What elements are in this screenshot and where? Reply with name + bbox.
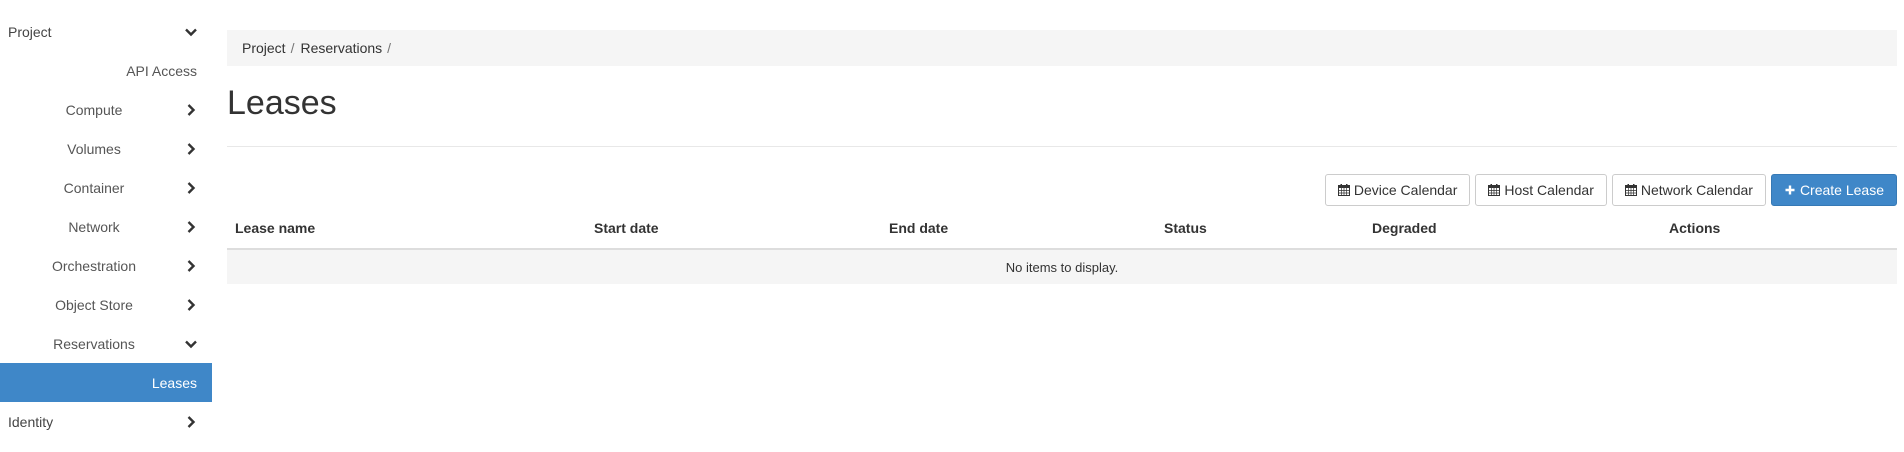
column-header-start-date[interactable]: Start date [594,220,659,236]
column-header-degraded[interactable]: Degraded [1372,220,1437,236]
chevron-right-icon [184,142,198,156]
sidebar-item-identity[interactable]: Identity [0,402,212,441]
sidebar-item-leases[interactable]: Leases [0,363,212,402]
chevron-right-icon [184,259,198,273]
sidebar-item-orchestration[interactable]: Orchestration [0,246,212,285]
breadcrumb-item-project[interactable]: Project [242,40,286,56]
breadcrumb-item-reservations[interactable]: Reservations [300,40,382,56]
app-window: Project API Access Compute Volumes Conta… [0,0,1904,452]
sidebar-item-volumes[interactable]: Volumes [0,129,212,168]
breadcrumb-separator: / [387,40,392,56]
table-actions: Device Calendar Host Calendar Network Ca… [227,174,1897,208]
sidebar-item-label: Network [68,218,120,235]
host-calendar-label: Host Calendar [1504,182,1594,198]
title-divider [227,146,1897,147]
sidebar-item-label: Project [8,23,52,40]
sidebar-item-label: Compute [65,101,123,118]
empty-message: No items to display. [1005,259,1119,275]
table-action-buttons: Device Calendar Host Calendar Network Ca… [1324,174,1897,206]
column-header-lease-name[interactable]: Lease name [235,220,315,236]
sidebar-item-label: Leases [151,374,197,391]
create-lease-label: Create Lease [1799,182,1884,198]
calendar-icon [1488,184,1501,196]
table-header: Lease name Start date End date Status De… [227,208,1897,250]
chevron-right-icon [184,181,198,195]
network-calendar-button[interactable]: Network Calendar [1611,174,1766,206]
sidebar-item-container[interactable]: Container [0,168,212,207]
sidebar-item-reservations[interactable]: Reservations [0,324,212,363]
plus-icon [1784,184,1796,196]
column-header-actions: Actions [1669,220,1721,236]
chevron-right-icon [184,103,198,117]
chevron-right-icon [184,298,198,312]
sidebar-item-label: Container [63,179,125,196]
calendar-icon [1337,184,1350,196]
chevron-right-icon [184,415,198,429]
sidebar-item-object-store[interactable]: Object Store [0,285,212,324]
chevron-down-icon [184,25,198,39]
create-lease-button[interactable]: Create Lease [1770,174,1897,206]
column-header-status[interactable]: Status [1164,220,1207,236]
sidebar-item-compute[interactable]: Compute [0,90,212,129]
host-calendar-button[interactable]: Host Calendar [1475,174,1607,206]
chevron-down-icon [184,337,198,351]
sidebar-item-project[interactable]: Project [0,12,212,51]
sidebar-nav: Project API Access Compute Volumes Conta… [0,12,212,441]
breadcrumb-separator: / [290,40,295,56]
breadcrumb: Project / Reservations / [227,30,1897,66]
network-calendar-label: Network Calendar [1640,182,1753,198]
column-header-end-date[interactable]: End date [889,220,948,236]
main-content: Project / Reservations / Leases Device C… [227,30,1897,284]
sidebar-item-api-access[interactable]: API Access [0,51,212,90]
sidebar-item-label: Reservations [53,335,135,352]
sidebar-item-network[interactable]: Network [0,207,212,246]
table-empty-row: No items to display. [227,250,1897,284]
chevron-right-icon [184,220,198,234]
sidebar-item-label: Volumes [67,140,121,157]
device-calendar-button[interactable]: Device Calendar [1324,174,1471,206]
sidebar-item-label: API Access [126,62,197,79]
device-calendar-label: Device Calendar [1353,182,1458,198]
sidebar-item-label: Orchestration [51,257,137,274]
sidebar-item-label: Identity [8,413,54,430]
sidebar-item-label: Object Store [55,296,133,313]
calendar-icon [1624,184,1637,196]
page-title: Leases [227,84,337,122]
